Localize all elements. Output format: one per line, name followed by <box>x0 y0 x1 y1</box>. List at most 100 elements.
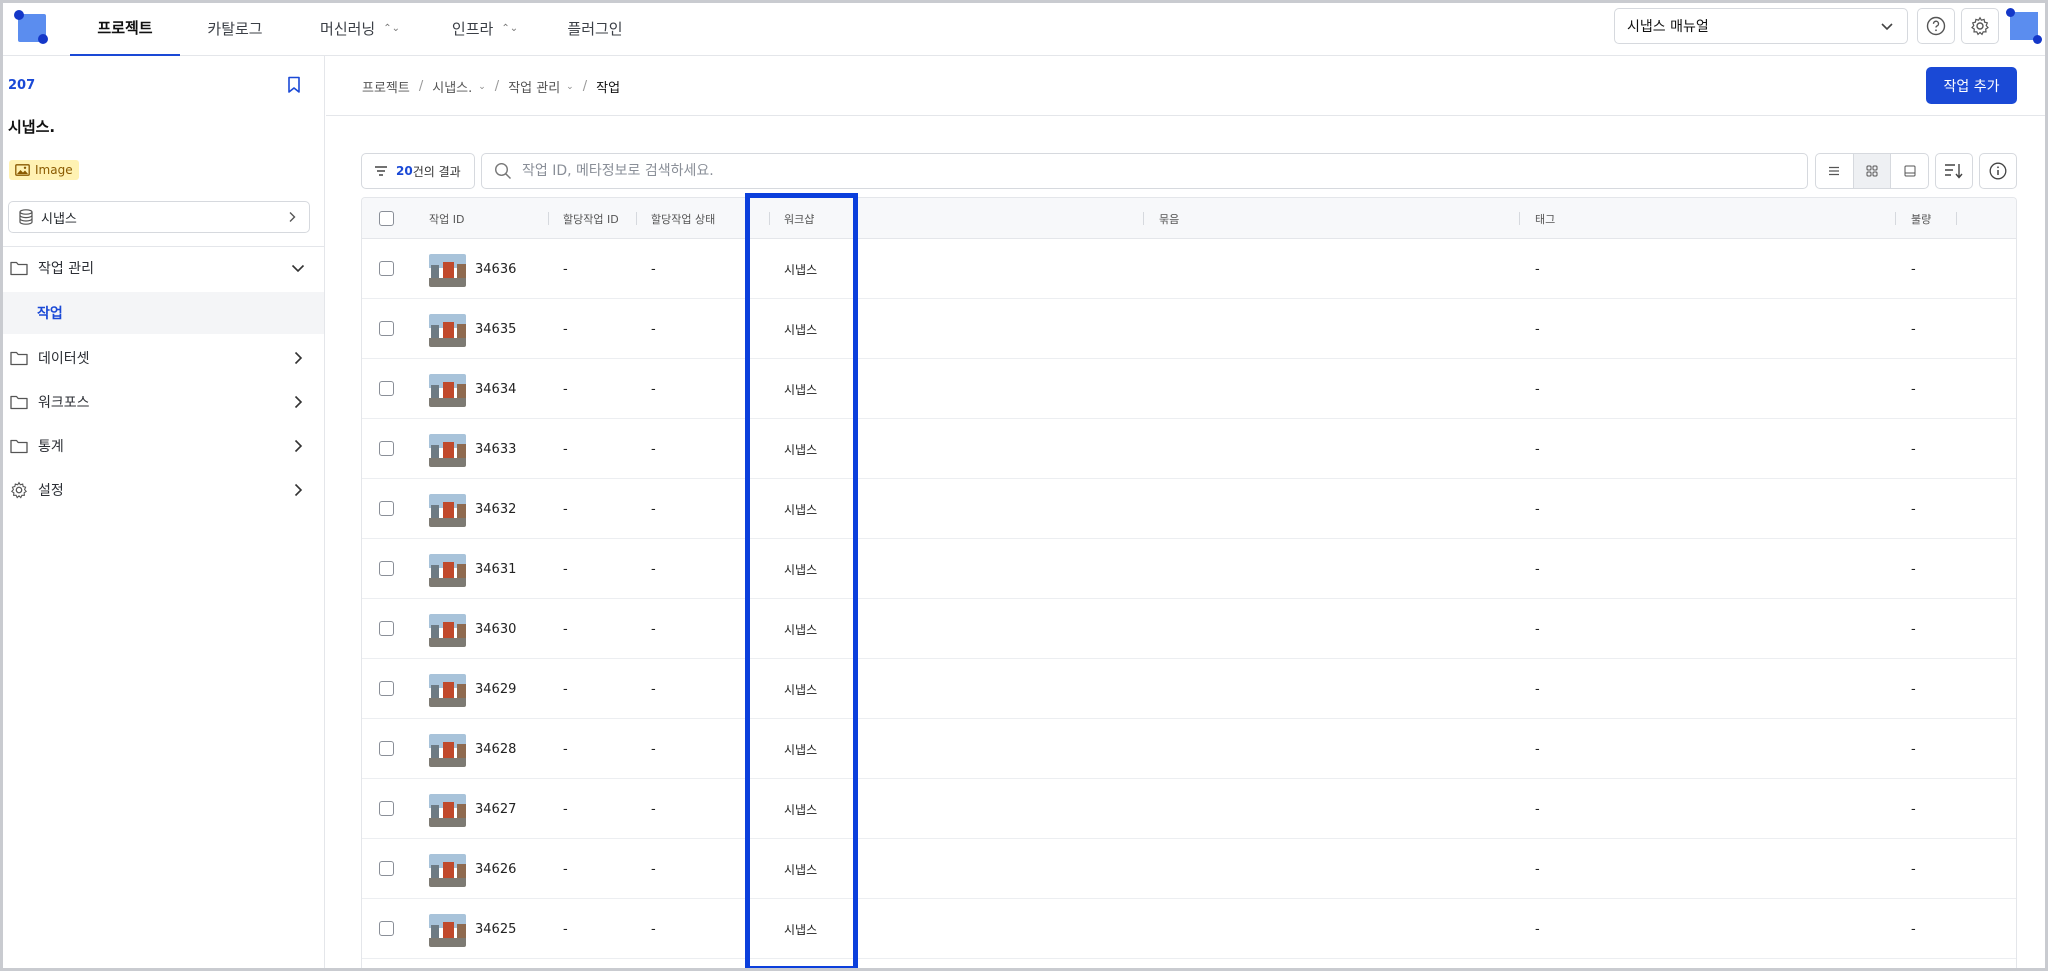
task-id-cell[interactable]: 34630 <box>475 599 516 659</box>
task-id-cell[interactable]: 34632 <box>475 479 516 539</box>
chevron-down-icon[interactable]: ⌄ <box>478 82 486 92</box>
tab-catalog[interactable]: 카탈로그 <box>190 0 280 56</box>
row-checkbox[interactable] <box>379 561 394 576</box>
row-checkbox[interactable] <box>379 441 394 456</box>
breadcrumb-project[interactable]: 프로젝트 <box>362 77 410 96</box>
tab-machine-learning[interactable]: 머신러닝 ⌃⌄ <box>305 0 415 56</box>
column-header-workshop[interactable]: 워크샵 <box>784 198 814 239</box>
table-row[interactable]: 34631 - - 시냅스 - - <box>362 539 2016 599</box>
task-id-cell[interactable]: 34625 <box>475 899 516 959</box>
task-id-cell[interactable]: 34628 <box>475 719 516 779</box>
table-row[interactable]: 34625 - - 시냅스 - - <box>362 899 2016 959</box>
task-thumbnail[interactable] <box>429 734 466 767</box>
task-thumbnail[interactable] <box>429 314 466 347</box>
user-avatar[interactable] <box>2006 8 2042 44</box>
breadcrumb-project-name[interactable]: 시냅스. <box>432 77 472 96</box>
tab-project[interactable]: 프로젝트 <box>70 0 180 56</box>
breadcrumb-task-management[interactable]: 작업 관리 <box>508 77 560 96</box>
tab-label: 머신러닝 <box>320 19 376 38</box>
column-header-task-id[interactable]: 작업 ID <box>429 198 464 239</box>
assign-id-cell: - <box>563 381 568 397</box>
column-header-bundle[interactable]: 묶음 <box>1159 198 1179 239</box>
table-row[interactable]: 34634 - - 시냅스 - - <box>362 359 2016 419</box>
database-icon <box>19 209 33 225</box>
defect-cell: - <box>1911 441 1916 457</box>
preview-view-button[interactable] <box>1890 154 1928 188</box>
help-button[interactable] <box>1917 8 1955 44</box>
row-checkbox[interactable] <box>379 621 394 636</box>
table-row[interactable]: 34629 - - 시냅스 - - <box>362 659 2016 719</box>
task-thumbnail[interactable] <box>429 254 466 287</box>
task-id-cell[interactable]: 34636 <box>475 239 516 299</box>
table-row[interactable]: 34626 - - 시냅스 - - <box>362 839 2016 899</box>
list-view-button[interactable] <box>1816 154 1853 188</box>
task-id-cell[interactable]: 34633 <box>475 419 516 479</box>
tab-plugin[interactable]: 플러그인 <box>555 0 635 56</box>
task-thumbnail[interactable] <box>429 914 466 947</box>
task-thumbnail[interactable] <box>429 494 466 527</box>
row-checkbox[interactable] <box>379 321 394 336</box>
manual-select[interactable]: 시냅스 매뉴얼 <box>1614 8 1908 44</box>
table-row[interactable]: 34636 - - 시냅스 - - <box>362 239 2016 299</box>
row-checkbox[interactable] <box>379 801 394 816</box>
sidebar: 207 시냅스. Image 시냅스 작업 관리 작업 데이터셋 워크포스 통계… <box>0 56 325 971</box>
task-id-cell[interactable]: 34626 <box>475 839 516 899</box>
column-header-assign-status[interactable]: 할당작업 상태 <box>651 198 715 239</box>
table-row[interactable]: 34635 - - 시냅스 - - <box>362 299 2016 359</box>
task-thumbnail[interactable] <box>429 374 466 407</box>
search-input[interactable] <box>522 163 1782 179</box>
grid-view-button[interactable] <box>1852 154 1891 188</box>
task-thumbnail[interactable] <box>429 434 466 467</box>
info-button[interactable] <box>1979 153 2017 189</box>
task-thumbnail[interactable] <box>429 614 466 647</box>
app-logo[interactable] <box>14 10 48 44</box>
table-row[interactable]: 34632 - - 시냅스 - - <box>362 479 2016 539</box>
chevron-down-icon[interactable]: ⌄ <box>566 82 574 92</box>
chevron-right-icon <box>294 395 303 409</box>
task-thumbnail[interactable] <box>429 674 466 707</box>
tab-infra[interactable]: 인프라 ⌃⌄ <box>440 0 530 56</box>
sidebar-item-task-management[interactable]: 작업 관리 <box>0 248 324 288</box>
row-checkbox[interactable] <box>379 681 394 696</box>
column-header-tag[interactable]: 태그 <box>1535 198 1555 239</box>
breadcrumb-current: 작업 <box>596 81 621 96</box>
sort-button[interactable] <box>1935 153 1973 189</box>
row-checkbox[interactable] <box>379 381 394 396</box>
dataset-selector[interactable]: 시냅스 <box>8 201 310 233</box>
task-id-cell[interactable]: 34631 <box>475 539 516 599</box>
row-checkbox[interactable] <box>379 261 394 276</box>
sidebar-item-dataset[interactable]: 데이터셋 <box>0 338 324 378</box>
table-row[interactable]: 34628 - - 시냅스 - - <box>362 719 2016 779</box>
column-header-assign-id[interactable]: 할당작업 ID <box>563 198 619 239</box>
add-task-button[interactable]: 작업 추가 <box>1926 67 2017 104</box>
task-thumbnail[interactable] <box>429 854 466 887</box>
bookmark-icon[interactable] <box>286 76 302 94</box>
filter-results-button[interactable]: 20 건의 결과 <box>361 153 475 189</box>
view-mode-toggle <box>1815 153 1929 189</box>
task-thumbnail[interactable] <box>429 794 466 827</box>
workshop-cell: 시냅스 <box>784 922 818 937</box>
row-checkbox[interactable] <box>379 921 394 936</box>
sidebar-item-tasks[interactable]: 작업 <box>0 292 324 334</box>
row-checkbox[interactable] <box>379 861 394 876</box>
sidebar-item-statistics[interactable]: 통계 <box>0 426 324 466</box>
row-checkbox[interactable] <box>379 501 394 516</box>
task-id-cell[interactable]: 34634 <box>475 359 516 419</box>
defect-cell: - <box>1911 861 1916 877</box>
table-row[interactable]: 34630 - - 시냅스 - - <box>362 599 2016 659</box>
sidebar-item-workforce[interactable]: 워크포스 <box>0 382 324 422</box>
row-checkbox[interactable] <box>379 741 394 756</box>
table-row[interactable]: 34627 - - 시냅스 - - <box>362 779 2016 839</box>
table-row[interactable]: 34633 - - 시냅스 - - <box>362 419 2016 479</box>
select-all-checkbox[interactable] <box>379 211 394 226</box>
task-thumbnail[interactable] <box>429 554 466 587</box>
sidebar-item-settings[interactable]: 설정 <box>0 470 324 510</box>
tag-cell: - <box>1535 621 1540 637</box>
column-header-defect[interactable]: 불량 <box>1911 198 1931 239</box>
settings-button[interactable] <box>1961 8 1999 44</box>
task-id-cell[interactable]: 34635 <box>475 299 516 359</box>
task-id-cell[interactable]: 34629 <box>475 659 516 719</box>
task-id-cell[interactable]: 34627 <box>475 779 516 839</box>
chevron-right-icon <box>294 351 303 365</box>
search-field[interactable] <box>481 153 1808 189</box>
